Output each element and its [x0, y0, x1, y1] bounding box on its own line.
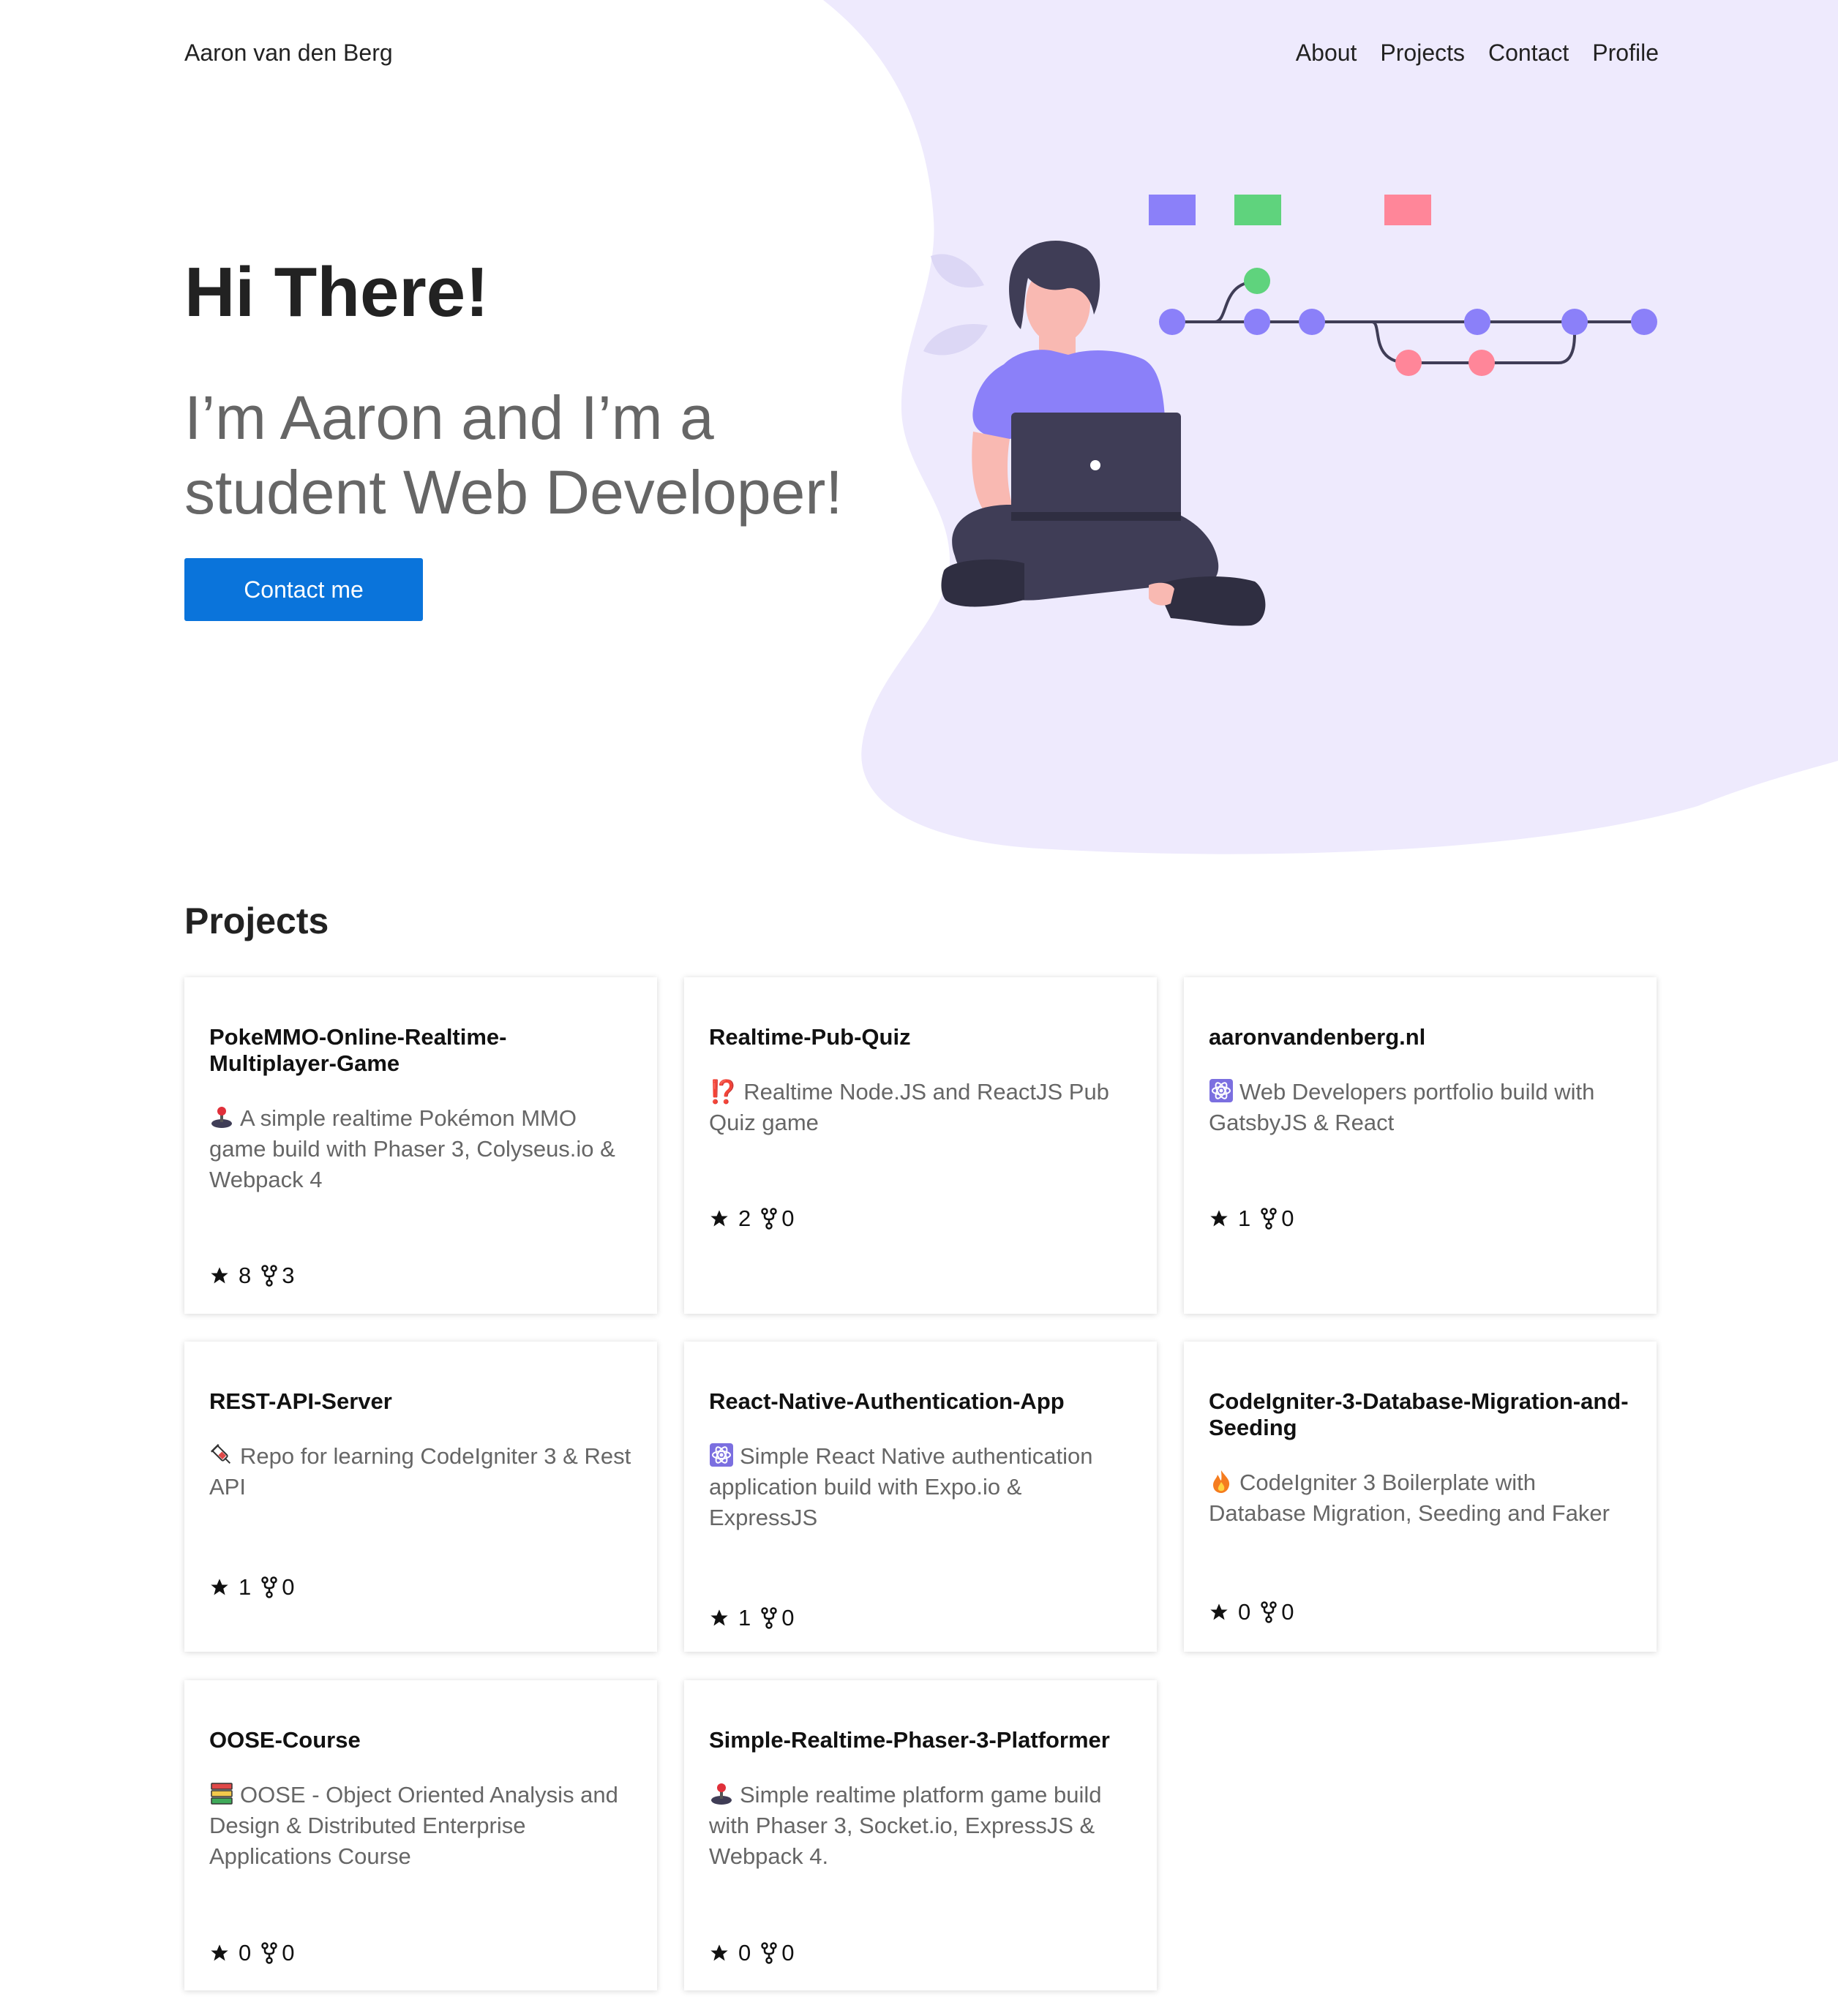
site-header: Aaron van den Berg About Projects Contac…: [184, 34, 1659, 72]
project-card-description: CodeIgniter 3 Boilerplate with Database …: [1209, 1469, 1610, 1526]
star-icon: [211, 1579, 228, 1595]
fork-count: 0: [781, 1940, 795, 1966]
fork-icon: [761, 1942, 777, 1964]
fork-count: 0: [282, 1574, 295, 1600]
star-icon: [710, 1210, 728, 1227]
main-nav: About Projects Contact Profile: [1296, 40, 1659, 67]
star-icon: [710, 1609, 728, 1626]
person-with-laptop: [941, 240, 1266, 626]
project-card-description: OOSE - Object Oriented Analysis and Desi…: [209, 1781, 618, 1869]
project-card[interactable]: REST-API-Server Repo for learning CodeIg…: [184, 1342, 657, 1652]
nav-contact[interactable]: Contact: [1488, 40, 1569, 67]
project-card-description: ⁉️ Realtime Node.JS and ReactJS Pub Quiz…: [709, 1079, 1109, 1135]
star-icon: [1210, 1210, 1228, 1227]
project-card[interactable]: CodeIgniter-3-Database-Migration-and-See…: [1184, 1342, 1657, 1652]
books-icon: [209, 1781, 234, 1806]
project-card[interactable]: aaronvandenberg.nl Web Developers portfo…: [1184, 977, 1657, 1314]
fork-icon: [261, 1576, 277, 1598]
project-card-title[interactable]: CodeIgniter-3-Database-Migration-and-See…: [1209, 1388, 1632, 1441]
project-card-description: Simple React Native authentication appli…: [709, 1443, 1093, 1530]
star-count: 8: [239, 1263, 252, 1288]
fork-count: 0: [282, 1940, 295, 1966]
project-stats: 2 0: [709, 1206, 805, 1232]
syringe-icon: [209, 1443, 234, 1467]
project-card-title[interactable]: OOSE-Course: [209, 1727, 632, 1753]
fork-count: 0: [781, 1605, 795, 1631]
project-card-description: Web Developers portfolio build with Gats…: [1209, 1078, 1595, 1135]
fork-count: 0: [1281, 1206, 1294, 1231]
project-card[interactable]: Simple-Realtime-Phaser-3-Platformer Simp…: [684, 1680, 1157, 1990]
project-card-title[interactable]: React-Native-Authentication-App: [709, 1388, 1132, 1415]
project-stats: 0 0: [1209, 1599, 1305, 1625]
fork-icon: [761, 1208, 777, 1230]
site-brand[interactable]: Aaron van den Berg: [184, 40, 393, 67]
nav-projects[interactable]: Projects: [1380, 40, 1465, 67]
star-count: 0: [738, 1940, 751, 1966]
hero-subtitle: I’m Aaron and I’m a student Web Develope…: [184, 383, 843, 527]
fork-icon: [761, 1607, 777, 1629]
star-icon: [211, 1267, 228, 1284]
project-card-title[interactable]: REST-API-Server: [209, 1388, 632, 1415]
star-count: 0: [239, 1940, 252, 1966]
joystick-icon: [709, 1781, 734, 1806]
project-stats: 8 3: [209, 1263, 305, 1289]
project-stats: 1 0: [1209, 1206, 1305, 1232]
star-count: 1: [738, 1605, 751, 1631]
fork-icon: [261, 1265, 277, 1287]
star-icon: [211, 1944, 228, 1961]
developer-illustration: [923, 195, 1657, 626]
project-card-description: A simple realtime Pokémon MMO game build…: [209, 1105, 615, 1192]
star-count: 1: [1238, 1206, 1251, 1231]
fork-count: 0: [781, 1206, 795, 1231]
project-card[interactable]: React-Native-Authentication-App Simple R…: [684, 1342, 1157, 1652]
project-stats: 1 0: [709, 1605, 805, 1631]
fork-icon: [1261, 1208, 1277, 1230]
star-count: 0: [1238, 1599, 1251, 1625]
star-count: 1: [239, 1574, 252, 1600]
project-card-description: Simple realtime platform game build with…: [709, 1781, 1102, 1869]
project-card-title[interactable]: aaronvandenberg.nl: [1209, 1024, 1632, 1050]
star-icon: [710, 1944, 728, 1961]
hero-title: Hi There!: [184, 253, 489, 331]
project-stats: 0 0: [209, 1940, 305, 1966]
nav-about[interactable]: About: [1296, 40, 1357, 67]
project-card-title[interactable]: Realtime-Pub-Quiz: [709, 1024, 1132, 1050]
star-count: 2: [738, 1206, 751, 1231]
project-card-title[interactable]: PokeMMO-Online-Realtime-Multiplayer-Game: [209, 1024, 632, 1077]
project-card[interactable]: PokeMMO-Online-Realtime-Multiplayer-Game…: [184, 977, 657, 1314]
project-stats: 1 0: [209, 1574, 305, 1601]
joystick-icon: [209, 1105, 234, 1129]
fork-count: 3: [282, 1263, 295, 1288]
project-card[interactable]: OOSE-Course OOSE - Object Oriented Analy…: [184, 1680, 657, 1990]
fire-icon: [1209, 1469, 1234, 1494]
project-card[interactable]: Realtime-Pub-Quiz ⁉️ Realtime Node.JS an…: [684, 977, 1157, 1314]
projects-section-title: Projects: [184, 900, 329, 941]
project-stats: 0 0: [709, 1940, 805, 1966]
git-graph-diagram: [1149, 195, 1657, 376]
atom-icon: [1209, 1078, 1234, 1103]
nav-profile[interactable]: Profile: [1592, 40, 1659, 67]
project-card-title[interactable]: Simple-Realtime-Phaser-3-Platformer: [709, 1727, 1132, 1753]
atom-icon: [709, 1443, 734, 1467]
leaf-icon: [923, 254, 988, 356]
contact-me-button[interactable]: Contact me: [184, 558, 423, 621]
star-icon: [1210, 1603, 1228, 1620]
fork-icon: [261, 1942, 277, 1964]
project-card-description: Repo for learning CodeIgniter 3 & Rest A…: [209, 1443, 631, 1500]
fork-count: 0: [1281, 1599, 1294, 1625]
fork-icon: [1261, 1601, 1277, 1623]
